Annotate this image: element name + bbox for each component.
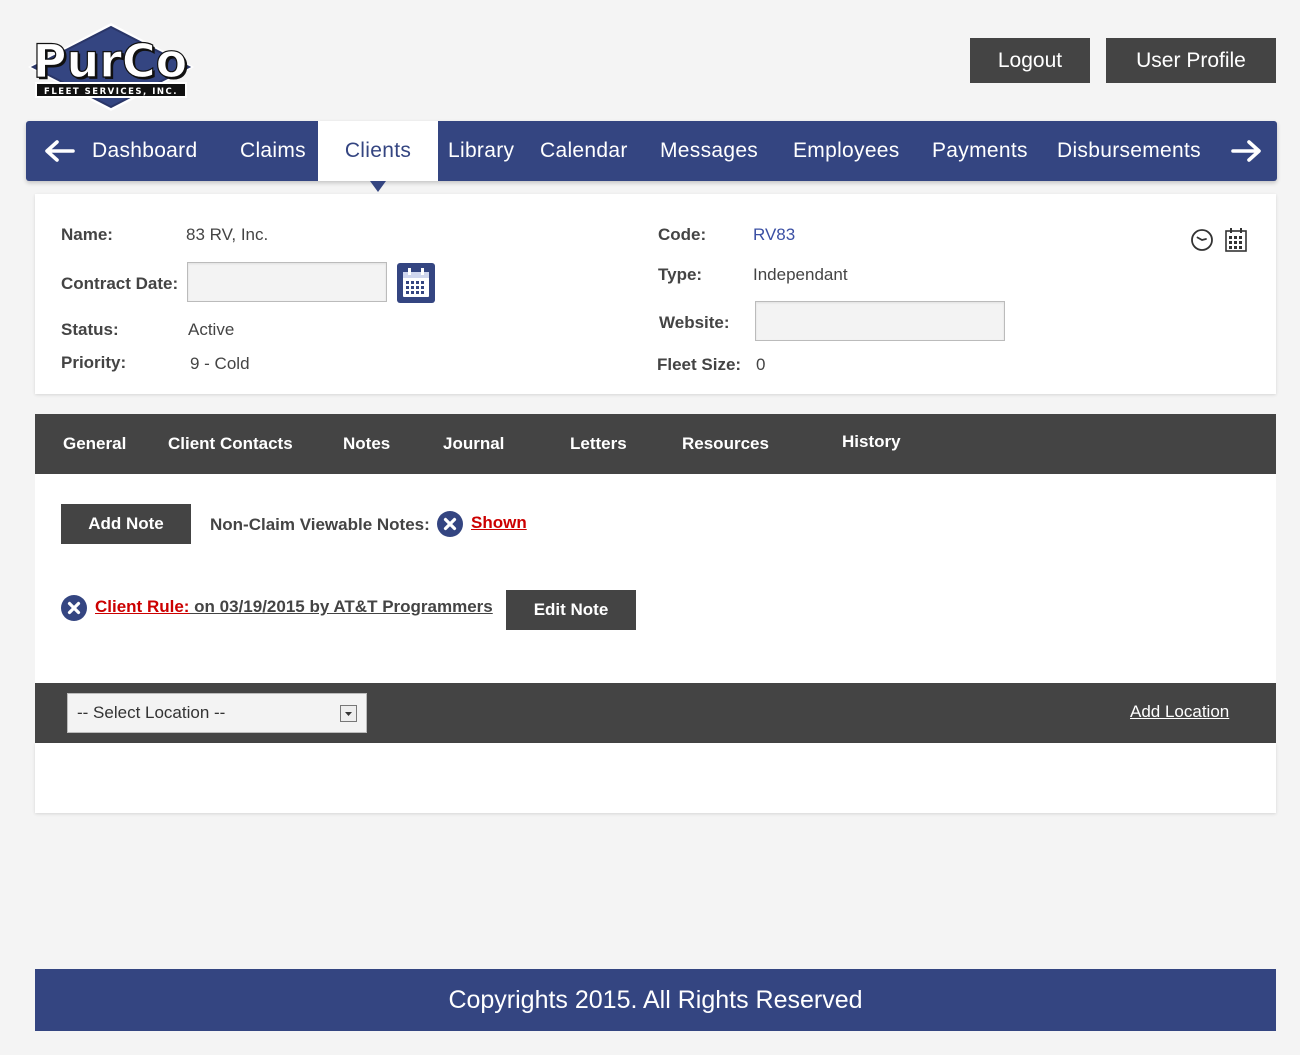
- close-circle-icon[interactable]: [437, 511, 463, 537]
- tab-client-contacts[interactable]: Client Contacts: [168, 414, 293, 474]
- logout-button[interactable]: Logout: [970, 38, 1090, 83]
- purco-logo[interactable]: FLEET SERVICES, INC. PurCo PurCo: [26, 22, 196, 112]
- logo-graphic: FLEET SERVICES, INC. PurCo PurCo: [28, 23, 194, 111]
- arrow-left-icon[interactable]: [34, 121, 84, 181]
- shown-toggle-link[interactable]: Shown: [471, 513, 527, 533]
- client-type: Independant: [753, 265, 848, 284]
- client-rule-note[interactable]: Client Rule: on 03/19/2015 by AT&T Progr…: [95, 597, 493, 617]
- nav-item-employees[interactable]: Employees: [793, 121, 900, 181]
- calendar-picker-icon[interactable]: [397, 263, 435, 303]
- client-rule-label[interactable]: Client Rule:: [95, 597, 189, 616]
- name-label: Name:: [61, 225, 113, 244]
- client-status: Active: [188, 320, 235, 339]
- nav-item-payments[interactable]: Payments: [932, 121, 1028, 181]
- nav-item-library[interactable]: Library: [448, 121, 514, 181]
- website-label: Website:: [659, 313, 730, 332]
- client-name: 83 RV, Inc.: [186, 225, 269, 244]
- tab-notes[interactable]: Notes: [343, 414, 390, 474]
- website-input[interactable]: [755, 301, 1005, 341]
- logo-main-text: PurCo: [33, 34, 188, 88]
- contract-date-input[interactable]: [187, 262, 387, 302]
- chevron-down-icon[interactable]: [340, 705, 357, 722]
- location-bar: -- Select Location -- Add Location: [35, 683, 1276, 743]
- client-code[interactable]: RV83: [753, 225, 795, 245]
- arrow-right-icon[interactable]: [1222, 121, 1272, 181]
- nav-item-calendar[interactable]: Calendar: [540, 121, 628, 181]
- clock-icon[interactable]: [1190, 228, 1214, 257]
- priority-label: Priority:: [61, 353, 127, 372]
- tab-letters[interactable]: Letters: [570, 414, 627, 474]
- client-rule-meta: on 03/19/2015 by AT&T Programmers: [189, 597, 493, 616]
- tab-resources[interactable]: Resources: [682, 414, 769, 474]
- tab-journal[interactable]: Journal: [443, 414, 504, 474]
- type-label: Type:: [658, 265, 703, 284]
- nav-item-messages[interactable]: Messages: [660, 121, 758, 181]
- footer: Copyrights 2015. All Rights Reserved: [35, 969, 1276, 1031]
- notes-panel: Add Note Non-Claim Viewable Notes: Shown…: [35, 474, 1276, 683]
- nav-item-claims[interactable]: Claims: [240, 121, 306, 181]
- copyright-text: Copyrights 2015. All Rights Reserved: [448, 985, 863, 1014]
- location-select[interactable]: -- Select Location --: [67, 693, 367, 733]
- fleet-size-value: 0: [756, 355, 766, 374]
- active-nav-pointer: [370, 181, 386, 192]
- add-location-link[interactable]: Add Location: [1130, 702, 1229, 722]
- contract-date-label: Contract Date:: [61, 274, 179, 293]
- client-info-panel: Name: 83 RV, Inc. Contract Date: Status:…: [35, 194, 1276, 394]
- client-priority: 9 - Cold: [190, 354, 250, 373]
- tab-history[interactable]: History: [842, 412, 901, 472]
- code-label: Code:: [658, 225, 707, 244]
- nav-item-clients[interactable]: Clients: [318, 121, 438, 181]
- client-tabs: General Client Contacts Notes Journal Le…: [35, 412, 1276, 486]
- user-profile-button[interactable]: User Profile: [1106, 38, 1276, 83]
- edit-note-button[interactable]: Edit Note: [506, 590, 636, 630]
- nav-item-disbursements[interactable]: Disbursements: [1057, 121, 1201, 181]
- nav-item-dashboard[interactable]: Dashboard: [92, 121, 197, 181]
- status-label: Status:: [61, 320, 119, 339]
- location-content: [35, 743, 1276, 813]
- delete-note-icon[interactable]: [61, 595, 87, 621]
- schedule-calendar-icon[interactable]: [1224, 227, 1248, 258]
- add-note-button[interactable]: Add Note: [61, 504, 191, 544]
- viewable-notes-label: Non-Claim Viewable Notes:: [210, 515, 430, 534]
- tab-general[interactable]: General: [63, 414, 126, 474]
- fleet-size-label: Fleet Size:: [657, 355, 742, 374]
- main-nav: Dashboard Claims Clients Library Calenda…: [26, 121, 1277, 192]
- location-select-value: -- Select Location --: [77, 703, 226, 722]
